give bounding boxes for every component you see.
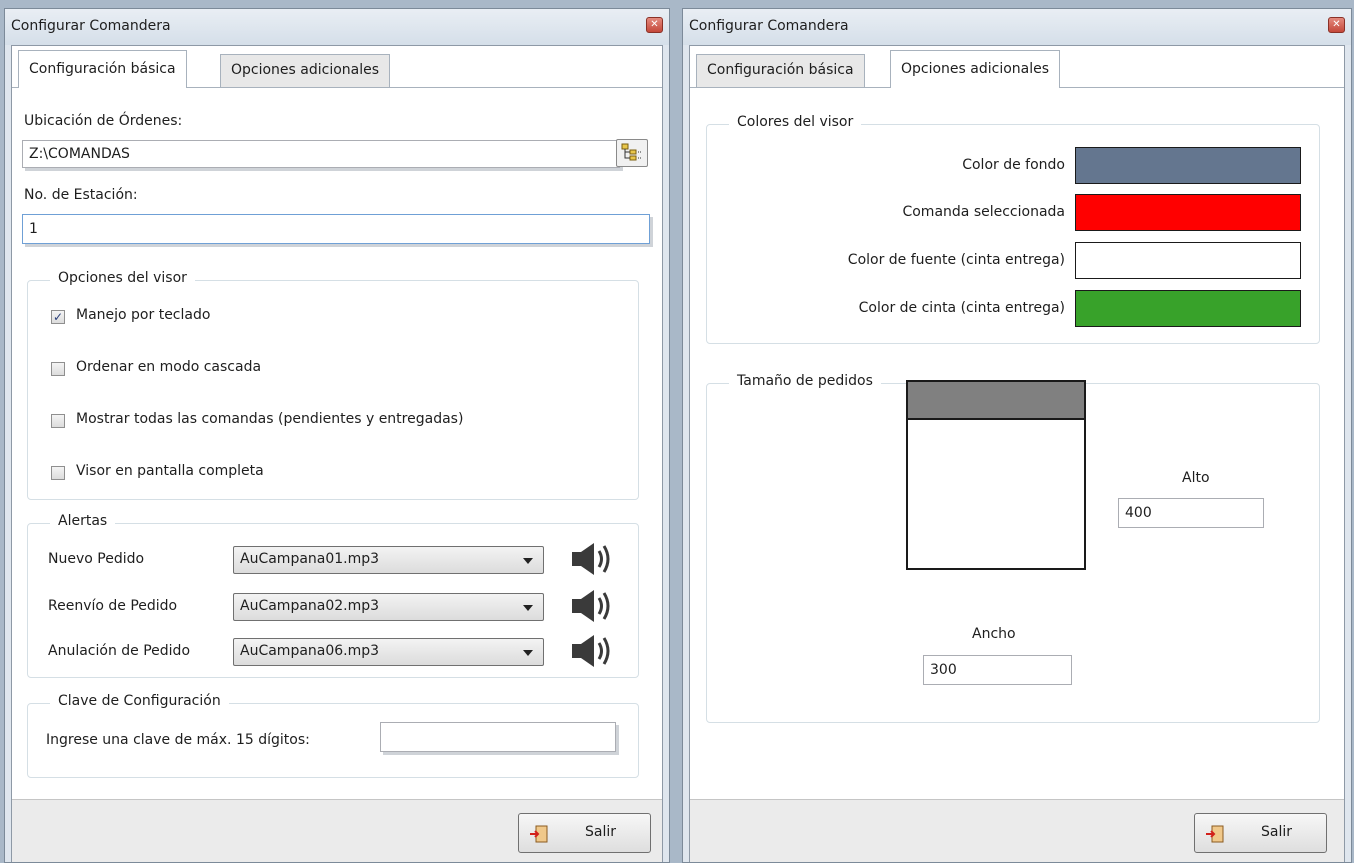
close-icon: ✕ [1332,19,1341,30]
tab-panel-additional: Colores del visor Color de fondo Comanda… [690,87,1344,800]
exit-button[interactable]: Salir [518,813,651,853]
speaker-icon[interactable] [570,588,616,624]
font-color-label: Color de fuente (cinta entrega) [847,252,1065,268]
order-size-legend: Tamaño de pedidos [729,373,881,389]
resend-order-sound-value: AuCampana02.mp3 [240,598,380,614]
tab-additional-options[interactable]: Opciones adicionales [220,54,391,87]
chevron-down-icon [523,558,533,564]
window-content: Configuración básica Opciones adicionale… [689,45,1345,862]
cancel-order-sound-value: AuCampana06.mp3 [240,643,380,659]
close-icon: ✕ [650,19,659,30]
cancel-order-label: Anulación de Pedido [48,643,191,659]
title-bar[interactable]: Configurar Comandera ✕ [683,9,1351,45]
window-title: Configurar Comandera [11,18,171,34]
folder-tree-icon [621,143,642,161]
fullscreen-viewer-label[interactable]: Visor en pantalla completa [76,463,264,479]
station-label: No. de Estación: [24,187,138,203]
new-order-sound-value: AuCampana01.mp3 [240,551,380,567]
viewer-colors-legend: Colores del visor [729,114,862,130]
keyboard-handling-label[interactable]: Manejo por teclado [76,307,210,323]
show-all-orders-checkbox[interactable] [51,414,65,428]
tab-basic-config[interactable]: Configuración básica [696,54,865,87]
new-order-sound-select[interactable]: AuCampana01.mp3 [233,546,544,574]
title-bar[interactable]: Configurar Comandera ✕ [5,9,669,45]
orders-location-input[interactable] [22,140,620,168]
tab-additional-options[interactable]: Opciones adicionales [890,50,1061,88]
exit-door-icon [1206,825,1224,843]
width-label: Ancho [972,626,1016,642]
viewer-options-group: Opciones del visor ✓ Manejo por teclado … [27,270,639,500]
ribbon-color-swatch[interactable] [1075,290,1301,327]
resend-order-label: Reenvío de Pedido [48,598,178,614]
tab-strip: Configuración básica Opciones adicionale… [12,46,662,88]
config-key-input[interactable] [380,722,616,752]
close-button[interactable]: ✕ [1328,17,1345,33]
alerts-group: Alertas Nuevo Pedido AuCampana01.mp3 Ree… [27,513,639,678]
browse-folder-button[interactable] [616,139,648,167]
bottom-bar: Salir [690,799,1344,862]
tab-panel-basic: Ubicación de Órdenes: No. de Estación: O… [12,87,662,800]
window-content: Configuración básica Opciones adicionale… [11,45,663,862]
alerts-legend: Alertas [50,513,116,529]
cascade-mode-checkbox[interactable] [51,362,65,376]
bottom-bar: Salir [12,799,662,862]
config-window-additional: Configurar Comandera ✕ Configuración bás… [682,8,1352,863]
cancel-order-sound-select[interactable]: AuCampana06.mp3 [233,638,544,666]
order-size-preview [906,380,1086,570]
config-key-legend: Clave de Configuración [50,693,229,709]
checkmark-icon: ✓ [52,310,64,324]
cascade-mode-label[interactable]: Ordenar en modo cascada [76,359,261,375]
viewer-colors-group: Colores del visor Color de fondo Comanda… [706,114,1320,344]
viewer-options-legend: Opciones del visor [50,270,195,286]
config-key-group: Clave de Configuración Ingrese una clave… [27,693,639,778]
config-key-label: Ingrese una clave de máx. 15 dígitos: [46,732,310,748]
station-number-input[interactable] [22,214,650,244]
config-window-basic: Configurar Comandera ✕ Configuración bás… [4,8,670,863]
orders-location-label: Ubicación de Órdenes: [24,113,183,129]
background-color-label: Color de fondo [962,157,1065,173]
show-all-orders-label[interactable]: Mostrar todas las comandas (pendientes y… [76,411,463,427]
height-label: Alto [1182,470,1210,486]
speaker-icon[interactable] [570,541,616,577]
background-color-swatch[interactable] [1075,147,1301,184]
height-input[interactable] [1118,498,1264,528]
exit-label: Salir [1261,824,1293,840]
selected-order-color-label: Comanda seleccionada [902,204,1065,220]
close-button[interactable]: ✕ [646,17,663,33]
chevron-down-icon [523,605,533,611]
keyboard-handling-checkbox[interactable]: ✓ [51,310,65,324]
selected-order-color-swatch[interactable] [1075,194,1301,231]
new-order-label: Nuevo Pedido [48,551,145,567]
ribbon-color-label: Color de cinta (cinta entrega) [858,300,1065,316]
exit-label: Salir [585,824,617,840]
window-title: Configurar Comandera [689,18,849,34]
speaker-icon[interactable] [570,633,616,669]
tab-basic-config[interactable]: Configuración básica [18,50,187,88]
fullscreen-viewer-checkbox[interactable] [51,466,65,480]
width-input[interactable] [923,655,1072,685]
order-preview-header [908,382,1084,420]
chevron-down-icon [523,650,533,656]
exit-door-icon [530,825,548,843]
resend-order-sound-select[interactable]: AuCampana02.mp3 [233,593,544,621]
tab-strip: Configuración básica Opciones adicionale… [690,46,1344,88]
exit-button[interactable]: Salir [1194,813,1327,853]
font-color-swatch[interactable] [1075,242,1301,279]
